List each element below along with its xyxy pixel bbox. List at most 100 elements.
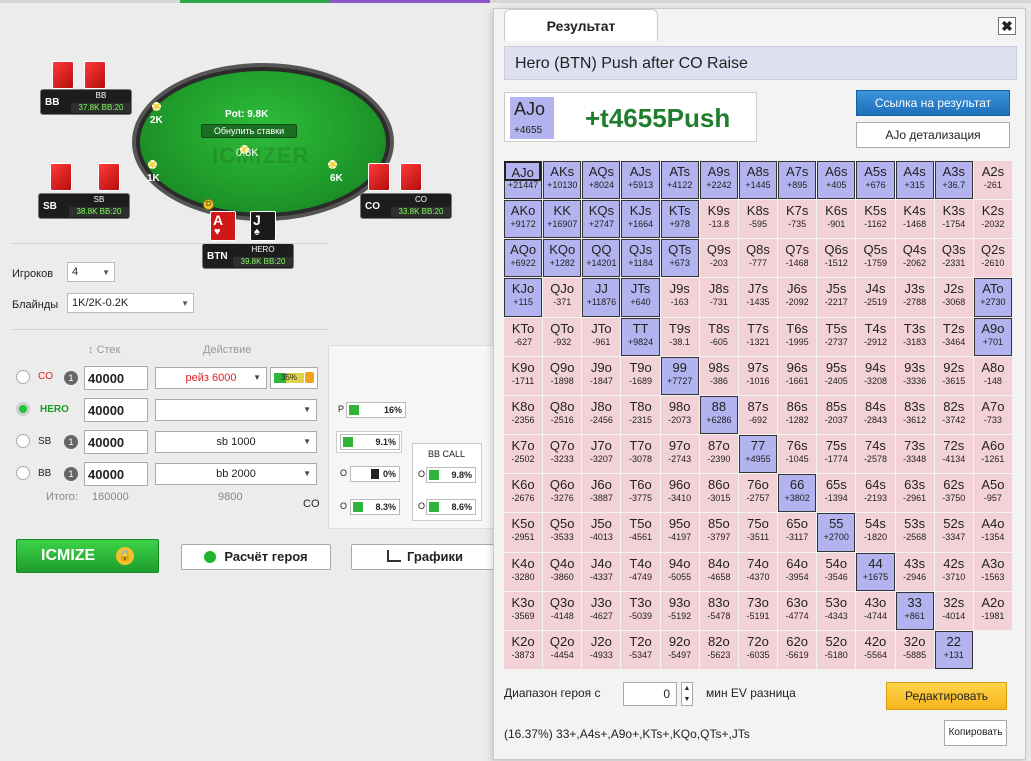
hand-cell[interactable]: K7s -735 [778, 200, 817, 239]
hand-cell[interactable]: J6o -3887 [582, 474, 621, 513]
hero-action-select[interactable]: ▼ [155, 399, 317, 421]
hand-cell[interactable]: K3s -1754 [934, 200, 973, 239]
hand-cell[interactable]: A3o -1563 [973, 552, 1012, 591]
hand-cell[interactable]: 22 +131 [934, 630, 973, 669]
sb-stack-input[interactable]: 40000 [84, 430, 148, 454]
hand-cell[interactable]: 93o -5192 [660, 591, 699, 630]
hand-cell[interactable]: A3s +36.7 [934, 161, 973, 200]
hand-cell[interactable]: 85s -2037 [817, 395, 856, 435]
hand-cell[interactable]: K6s -901 [817, 200, 856, 239]
bb-stack-input[interactable]: 40000 [84, 462, 148, 486]
hand-cell[interactable]: K9o -1711 [504, 356, 543, 395]
hand-cell[interactable]: T4s -2912 [856, 317, 895, 356]
hand-cell[interactable]: T2s -3464 [934, 317, 973, 356]
hand-cell[interactable]: 32o -5885 [895, 630, 934, 669]
hand-cell[interactable]: K2s -2032 [973, 200, 1012, 239]
hand-cell[interactable]: J8o -2456 [582, 395, 621, 435]
hand-cell[interactable]: J8s -731 [699, 278, 738, 317]
hand-cell[interactable]: QJs +1184 [621, 239, 660, 278]
hand-cell[interactable]: 73s -3348 [895, 435, 934, 474]
hand-cell[interactable]: A7s +895 [778, 161, 817, 200]
hand-cell[interactable]: 96o -3410 [660, 474, 699, 513]
hand-cell[interactable]: 74s -2578 [856, 435, 895, 474]
hand-cell[interactable]: Q4s -2062 [895, 239, 934, 278]
hand-cell[interactable]: 54o -3546 [817, 552, 856, 591]
hand-cell[interactable]: 63o -4774 [778, 591, 817, 630]
hand-cell[interactable]: 64s -2193 [856, 474, 895, 513]
hand-cell[interactable]: A9s +2242 [699, 161, 738, 200]
hand-cell[interactable]: KJo +115 [504, 278, 543, 317]
hand-cell[interactable]: A6o -1261 [973, 435, 1012, 474]
co-action-select[interactable]: рейз 6000 ▼ [155, 367, 267, 389]
sb-action-select[interactable]: sb 1000 ▼ [155, 431, 317, 453]
hand-cell[interactable]: T6o -3775 [621, 474, 660, 513]
hand-cell[interactable]: KK +16907 [543, 200, 582, 239]
hero-calc-button[interactable]: Расчёт героя [181, 544, 331, 570]
hand-cell[interactable]: Q9o -1898 [543, 356, 582, 395]
radio-bb[interactable] [16, 466, 30, 480]
hand-cell[interactable]: JTo -961 [582, 317, 621, 356]
hand-cell[interactable]: 86o -3015 [699, 474, 738, 513]
hand-cell[interactable]: K2o -3873 [504, 630, 543, 669]
hand-cell[interactable]: 84o -4658 [699, 552, 738, 591]
hand-cell[interactable]: 77 +4955 [738, 435, 778, 474]
hand-cell[interactable]: 64o -3954 [778, 552, 817, 591]
hand-cell[interactable]: A2s -261 [973, 161, 1012, 200]
hand-cell[interactable]: AQo +6922 [504, 239, 543, 278]
hand-cell[interactable]: AJs +5913 [621, 161, 660, 200]
hand-cell[interactable]: KQo +1282 [543, 239, 582, 278]
hand-cell[interactable]: QTo -932 [543, 317, 582, 356]
hand-cell[interactable]: 43o -4744 [856, 591, 895, 630]
hand-cell[interactable]: KJs +1664 [621, 200, 660, 239]
hand-cell[interactable]: K5s -1162 [856, 200, 895, 239]
hand-cell[interactable]: 62o -5619 [778, 630, 817, 669]
hand-cell[interactable]: 83s -3612 [895, 395, 934, 435]
hand-cell[interactable]: A4s +315 [895, 161, 934, 200]
hand-cell[interactable]: 75o -3511 [738, 513, 778, 552]
bb-action-select[interactable]: bb 2000 ▼ [155, 463, 317, 485]
hand-cell[interactable]: 86s -1282 [778, 395, 817, 435]
hand-cell[interactable]: 95s -2405 [817, 356, 856, 395]
hand-cell[interactable]: T5o -4561 [621, 513, 660, 552]
hand-cell[interactable]: 98o -2073 [660, 395, 699, 435]
hand-cell[interactable]: 84s -2843 [856, 395, 895, 435]
stepper[interactable]: ▲ ▼ [681, 682, 693, 706]
hand-cell[interactable]: 93s -3336 [895, 356, 934, 395]
hand-cell[interactable]: T8s -605 [699, 317, 738, 356]
hand-cell[interactable]: K4o -3280 [504, 552, 543, 591]
hand-cell[interactable]: K4s -1468 [895, 200, 934, 239]
hand-cell[interactable]: A8s +1445 [738, 161, 778, 200]
hand-cell[interactable]: 97o -2743 [660, 435, 699, 474]
hand-cell[interactable]: Q5s -1759 [856, 239, 895, 278]
hand-cell[interactable]: J5s -2217 [817, 278, 856, 317]
min-ev-input[interactable]: 0 [623, 682, 677, 706]
hand-cell[interactable]: 94o -5055 [660, 552, 699, 591]
hand-cell[interactable]: K9s -13.8 [699, 200, 738, 239]
hand-cell[interactable]: 62s -3750 [934, 474, 973, 513]
hand-cell[interactable]: AJo+4655 [504, 161, 542, 181]
hand-cell[interactable]: JTs +640 [621, 278, 660, 317]
hand-cell[interactable]: J4o -4337 [582, 552, 621, 591]
hand-cell[interactable]: T7o -3078 [621, 435, 660, 474]
hand-cell[interactable]: 44 +1675 [856, 552, 895, 591]
hand-cell[interactable]: 92s -3615 [934, 356, 973, 395]
hand-cell[interactable]: 88 +6286 [699, 395, 738, 435]
hand-cell[interactable]: 99 +7727 [660, 356, 699, 395]
hand-cell[interactable]: 72s -4134 [934, 435, 973, 474]
hand-cell[interactable]: 63s -2961 [895, 474, 934, 513]
icmize-button[interactable]: ICMIZE 🔒 [16, 539, 159, 573]
hand-cell[interactable]: J9s -163 [660, 278, 699, 317]
radio-co[interactable] [16, 370, 30, 384]
hand-cell[interactable]: J4s -2519 [856, 278, 895, 317]
hand-cell[interactable]: K5o -2951 [504, 513, 543, 552]
hand-cell[interactable]: 53s -2568 [895, 513, 934, 552]
hand-cell[interactable]: T5s -2737 [817, 317, 856, 356]
hand-cell[interactable]: J2s -3068 [934, 278, 973, 317]
hand-cell[interactable]: QTs +673 [660, 239, 699, 278]
hand-cell[interactable]: J6s -2092 [778, 278, 817, 317]
hand-cell[interactable]: Q5o -3533 [543, 513, 582, 552]
hand-cell[interactable]: 87s -692 [738, 395, 778, 435]
hand-cell[interactable]: 43s -2946 [895, 552, 934, 591]
hand-cell[interactable]: T9o -1689 [621, 356, 660, 395]
players-select[interactable]: 4 ▼ [67, 262, 115, 282]
